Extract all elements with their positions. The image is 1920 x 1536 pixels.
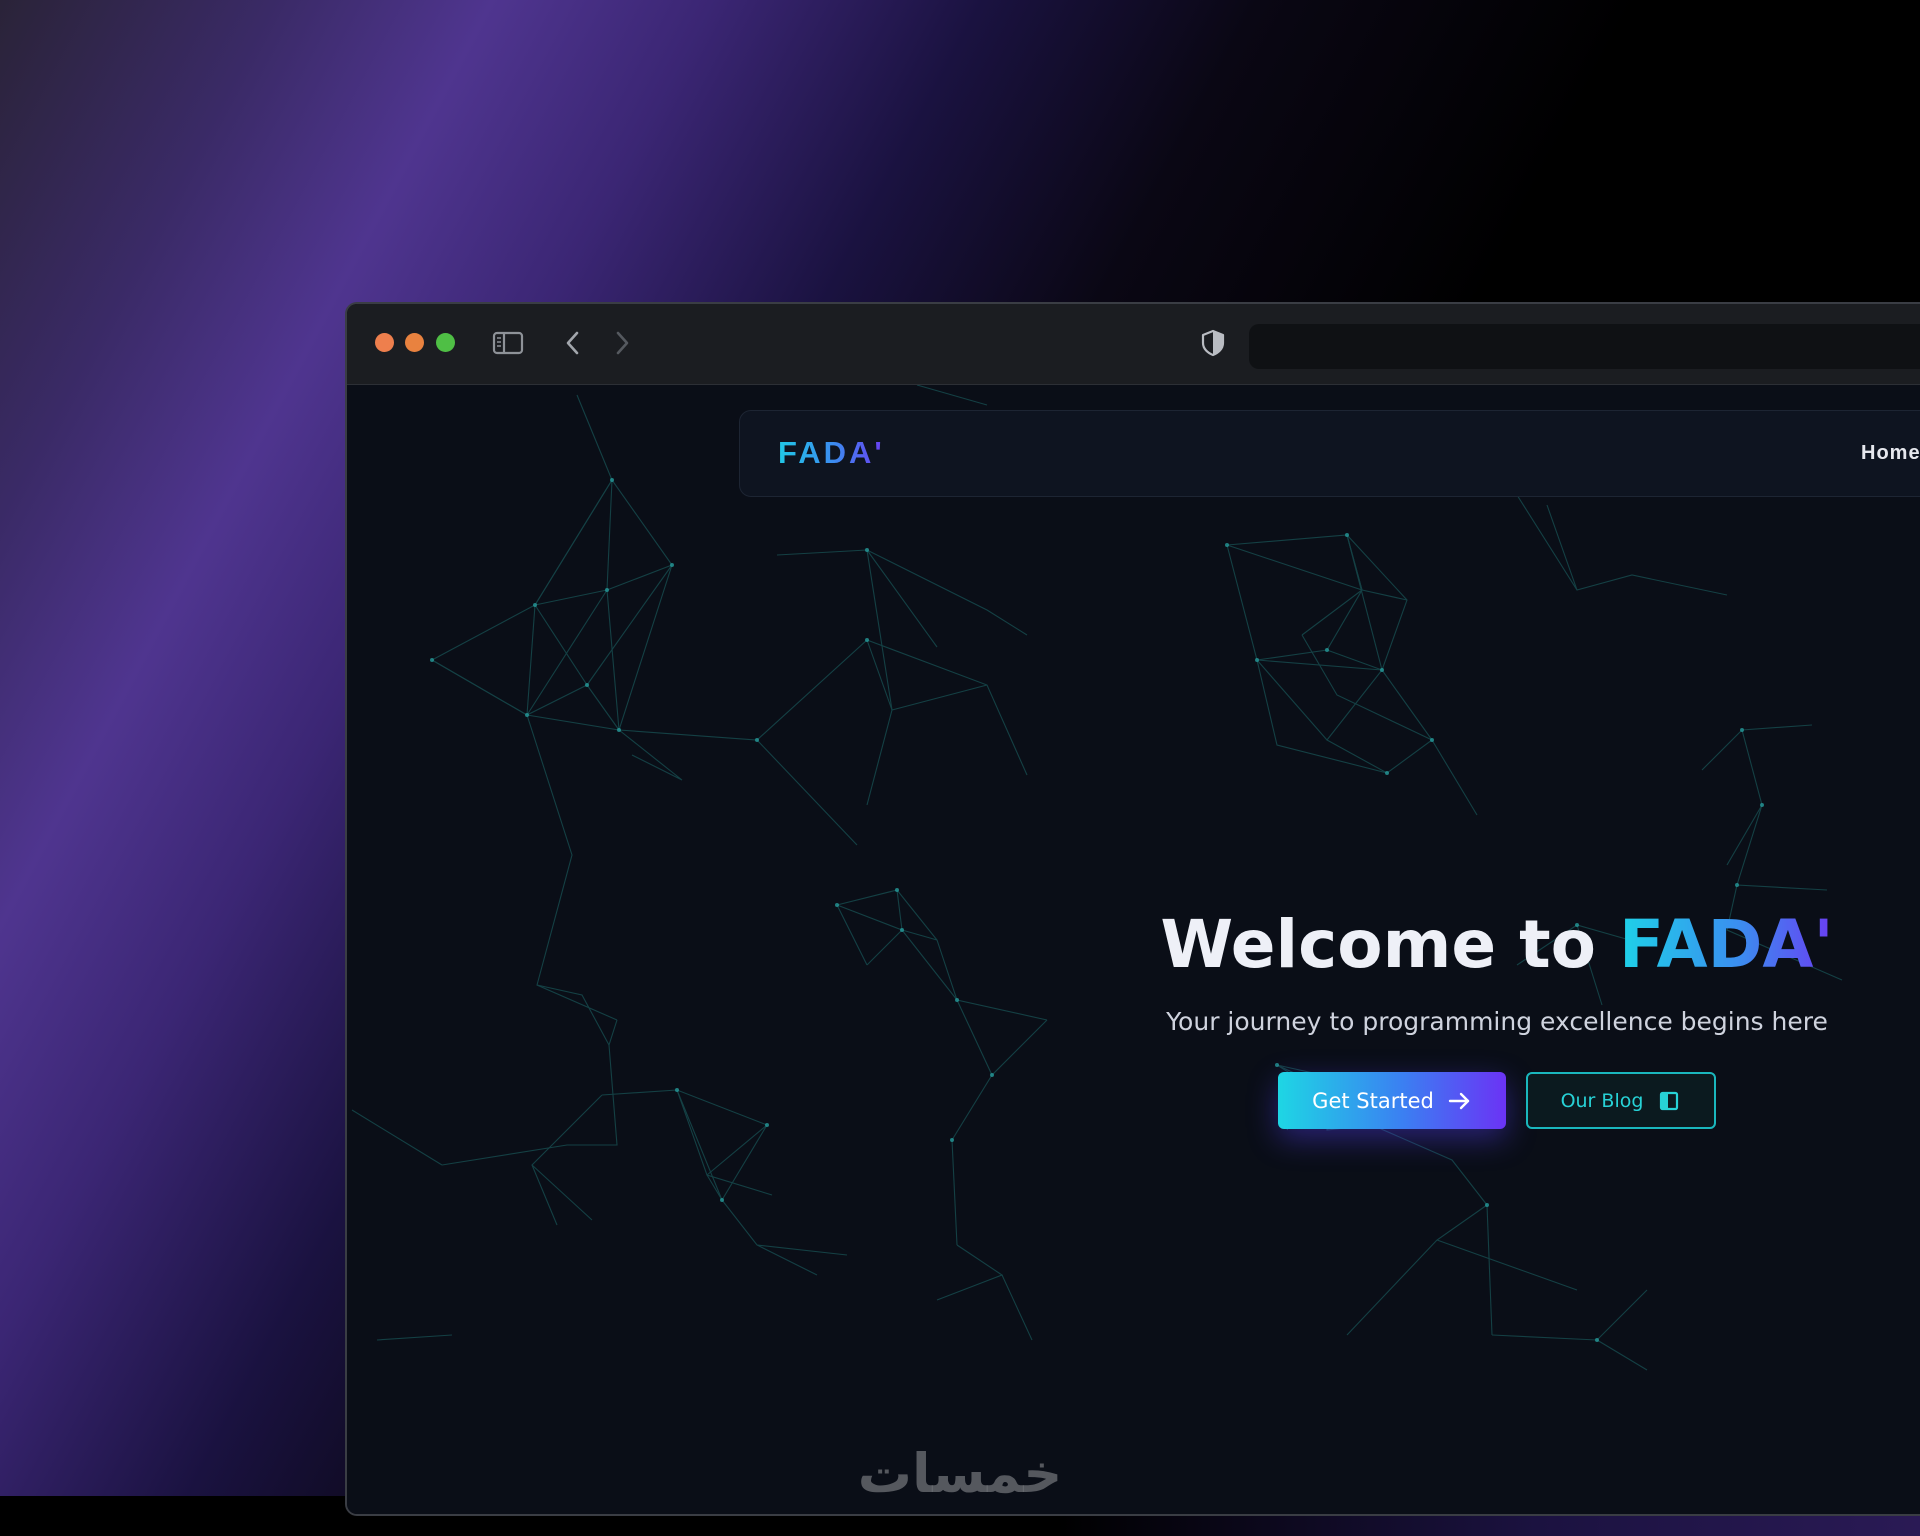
svg-text:خمسات: خمسات xyxy=(858,1442,1063,1505)
browser-toolbar xyxy=(347,304,1920,385)
site-navbar: FADA' Home xyxy=(739,410,1920,497)
address-bar[interactable] xyxy=(1249,324,1920,369)
hero-subtitle: Your journey to programming excellence b… xyxy=(1166,1007,1828,1036)
arrow-right-icon xyxy=(1448,1092,1470,1109)
desktop-background: FADA' Home Welcome to FADA' Your journey… xyxy=(0,0,1920,1536)
chevron-right-icon[interactable] xyxy=(610,328,634,358)
sidebar-toggle-icon[interactable] xyxy=(492,328,524,358)
zoom-window-button[interactable] xyxy=(436,333,455,352)
hero-actions: Get Started Our Blog xyxy=(1117,1072,1877,1129)
page-viewport: FADA' Home Welcome to FADA' Your journey… xyxy=(347,385,1920,1514)
brand-logo[interactable]: FADA' xyxy=(778,435,885,471)
shield-icon[interactable] xyxy=(1199,328,1227,358)
book-icon xyxy=(1660,1091,1679,1110)
hero-section: Welcome to FADA' Your journey to program… xyxy=(1117,905,1877,1129)
get-started-label: Get Started xyxy=(1312,1088,1434,1113)
close-window-button[interactable] xyxy=(375,333,394,352)
nav-link-home[interactable]: Home xyxy=(1861,442,1920,465)
hero-title-accent: FADA' xyxy=(1619,906,1834,983)
watermark-logo: خمسات xyxy=(858,1442,1063,1505)
hero-title-prefix: Welcome to xyxy=(1160,906,1619,983)
browser-window: FADA' Home Welcome to FADA' Your journey… xyxy=(345,302,1920,1516)
chevron-left-icon[interactable] xyxy=(561,328,585,358)
minimize-window-button[interactable] xyxy=(405,333,424,352)
get-started-button[interactable]: Get Started xyxy=(1278,1072,1506,1129)
our-blog-label: Our Blog xyxy=(1560,1089,1644,1112)
our-blog-button[interactable]: Our Blog xyxy=(1526,1072,1716,1129)
hero-title: Welcome to FADA' xyxy=(1117,905,1877,985)
